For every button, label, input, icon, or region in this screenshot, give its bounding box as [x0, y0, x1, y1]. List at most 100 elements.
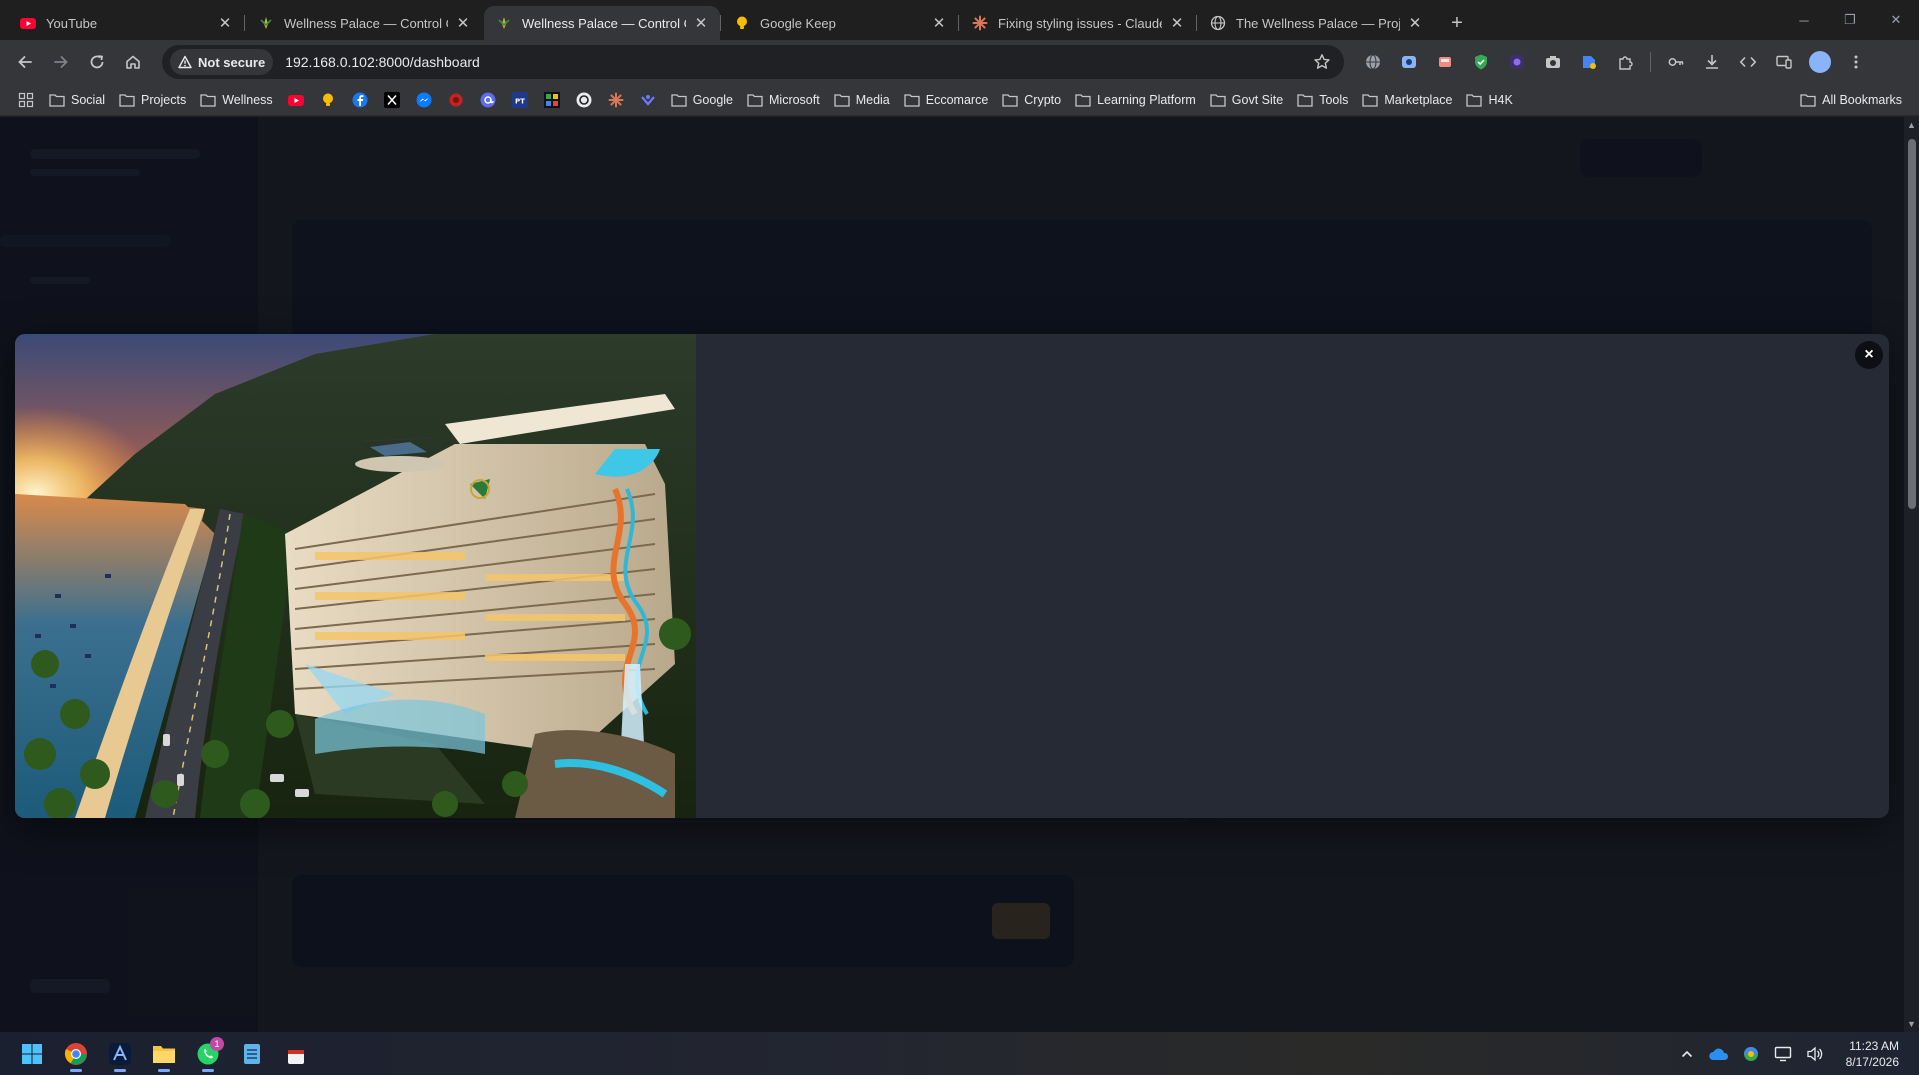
bookmark-folder-projects[interactable]: Projects: [112, 86, 193, 114]
tab-title: Google Keep: [760, 15, 836, 31]
tab-google-keep[interactable]: Google Keep ✕: [720, 6, 958, 40]
bookmark-folder-learning-platform[interactable]: Learning Platform: [1068, 86, 1203, 114]
bookmark-folder-social[interactable]: Social: [42, 86, 112, 114]
dark-extension-icon[interactable]: [1502, 47, 1532, 77]
close-tab-icon[interactable]: ✕: [1406, 14, 1424, 32]
forward-icon[interactable]: [44, 45, 78, 79]
bookmark-star-icon[interactable]: [1308, 48, 1336, 76]
bookmark-folder-wellness[interactable]: Wellness: [193, 86, 279, 114]
youtube-icon[interactable]: [280, 86, 312, 114]
system-tray: 11:23 AM 8/17/2026: [1676, 1038, 1919, 1070]
new-tab-button[interactable]: +: [1442, 8, 1472, 38]
google-keep-icon[interactable]: [312, 86, 344, 114]
red-app-icon[interactable]: [440, 86, 472, 114]
reload-icon[interactable]: [80, 45, 114, 79]
blue-app-icon[interactable]: [632, 86, 664, 114]
chatgpt-icon[interactable]: [568, 86, 600, 114]
windows-taskbar: 1 11:23 AM 8/17/2026: [0, 1032, 1919, 1075]
close-tab-icon[interactable]: ✕: [930, 14, 948, 32]
bookmarks-bar: Social Projects Wellness PT Google Micro…: [0, 84, 1919, 116]
taskbar-clock[interactable]: 11:23 AM 8/17/2026: [1846, 1038, 1899, 1070]
minimize-icon[interactable]: ─: [1781, 0, 1827, 40]
tab-wellness-palace-2[interactable]: Wellness Palace — Control Cen ✕: [484, 6, 720, 40]
translate-icon[interactable]: [1358, 47, 1388, 77]
home-icon[interactable]: [116, 45, 150, 79]
download-icon[interactable]: [1697, 47, 1727, 77]
restore-icon[interactable]: ❐: [1827, 0, 1873, 40]
scrollbar-thumb[interactable]: [1908, 139, 1916, 509]
all-bookmarks-button[interactable]: All Bookmarks: [1793, 86, 1909, 114]
folder-icon: [200, 93, 216, 107]
menu-kebab-icon[interactable]: [1841, 47, 1871, 77]
back-icon[interactable]: [8, 45, 42, 79]
page-scrollbar[interactable]: ▲ ▼: [1904, 117, 1919, 1032]
file-explorer-icon[interactable]: [146, 1036, 182, 1072]
facebook-icon[interactable]: [344, 86, 376, 114]
toolbar-divider: [1650, 52, 1651, 72]
threads-icon[interactable]: [472, 86, 504, 114]
chrome-icon[interactable]: [58, 1036, 94, 1072]
bookmark-folder-h4k[interactable]: H4K: [1459, 86, 1519, 114]
bookmark-label: Microsoft: [769, 92, 820, 107]
bookmark-folder-media[interactable]: Media: [827, 86, 897, 114]
google-drive-icon[interactable]: [1574, 47, 1604, 77]
notepad-icon[interactable]: [234, 1036, 270, 1072]
grid-app-icon[interactable]: [536, 86, 568, 114]
screen-capture-icon[interactable]: [1394, 47, 1424, 77]
bookmark-folder-eccomarce[interactable]: Eccomarce: [897, 86, 996, 114]
code-editor-icon[interactable]: [102, 1036, 138, 1072]
security-chip[interactable]: Not secure: [170, 49, 274, 75]
folder-icon: [1002, 93, 1018, 107]
bookmark-folder-google[interactable]: Google: [664, 86, 740, 114]
bookmark-label: Media: [855, 92, 890, 107]
extensions-puzzle-icon[interactable]: [1610, 47, 1640, 77]
all-bookmarks-label: All Bookmarks: [1822, 92, 1902, 107]
close-tab-icon[interactable]: ✕: [454, 14, 472, 32]
password-key-icon[interactable]: [1661, 47, 1691, 77]
network-color-icon[interactable]: [1740, 1043, 1762, 1065]
x-icon[interactable]: [376, 86, 408, 114]
bookmark-label: Google: [692, 92, 733, 107]
calendar-app-icon[interactable]: [278, 1036, 314, 1072]
bookmark-folder-tools[interactable]: Tools: [1290, 86, 1355, 114]
device-toggle-icon[interactable]: [1769, 47, 1799, 77]
windows-start-icon[interactable]: [14, 1036, 50, 1072]
close-tab-icon[interactable]: ✕: [1168, 14, 1186, 32]
shield-icon[interactable]: [1466, 47, 1496, 77]
folder-icon: [1210, 93, 1226, 107]
modal-close-button[interactable]: ×: [1855, 341, 1883, 369]
scroll-up-arrow-icon[interactable]: ▲: [1906, 119, 1917, 131]
address-bar[interactable]: Not secure 192.168.0.102:8000/dashboard: [162, 45, 1344, 79]
show-hidden-icons-chevron-icon[interactable]: [1676, 1043, 1698, 1065]
display-network-icon[interactable]: [1772, 1043, 1794, 1065]
tab-youtube[interactable]: YouTube ✕: [8, 6, 244, 40]
tab-strip: YouTube ✕ Wellness Palace — Control Cen …: [0, 0, 1919, 40]
tab-wellness-project[interactable]: The Wellness Palace — Project ✕: [1196, 6, 1434, 40]
bookmark-label: Wellness: [222, 92, 273, 107]
url-text[interactable]: 192.168.0.102:8000/dashboard: [285, 54, 1308, 70]
tab-claude[interactable]: Fixing styling issues - Claude ✕: [958, 6, 1196, 40]
scroll-down-arrow-icon[interactable]: ▼: [1906, 1018, 1917, 1030]
profile-avatar-icon[interactable]: [1805, 47, 1835, 77]
code-icon[interactable]: [1733, 47, 1763, 77]
apps-grid-icon[interactable]: [10, 86, 42, 114]
bookmark-folder-microsoft[interactable]: Microsoft: [740, 86, 827, 114]
close-tab-icon[interactable]: ✕: [216, 14, 234, 32]
volume-icon[interactable]: [1804, 1043, 1826, 1065]
bookmark-folder-marketplace[interactable]: Marketplace: [1355, 86, 1459, 114]
claude-icon[interactable]: [600, 86, 632, 114]
bookmark-folder-govt-site[interactable]: Govt Site: [1203, 86, 1290, 114]
close-tab-icon[interactable]: ✕: [692, 14, 710, 32]
bookmark-label: Govt Site: [1231, 92, 1284, 107]
messenger-icon[interactable]: [408, 86, 440, 114]
taskbar-apps: 1: [14, 1036, 314, 1072]
bookmark-label: Marketplace: [1384, 92, 1453, 107]
onedrive-icon[interactable]: [1708, 1043, 1730, 1065]
pt-icon[interactable]: PT: [504, 86, 536, 114]
tab-manager-icon[interactable]: [1430, 47, 1460, 77]
camera-icon[interactable]: [1538, 47, 1568, 77]
whatsapp-icon[interactable]: 1: [190, 1036, 226, 1072]
bookmark-folder-crypto[interactable]: Crypto: [995, 86, 1068, 114]
tab-wellness-palace-1[interactable]: Wellness Palace — Control Cen ✕: [244, 6, 482, 40]
close-window-icon[interactable]: ✕: [1873, 0, 1919, 40]
